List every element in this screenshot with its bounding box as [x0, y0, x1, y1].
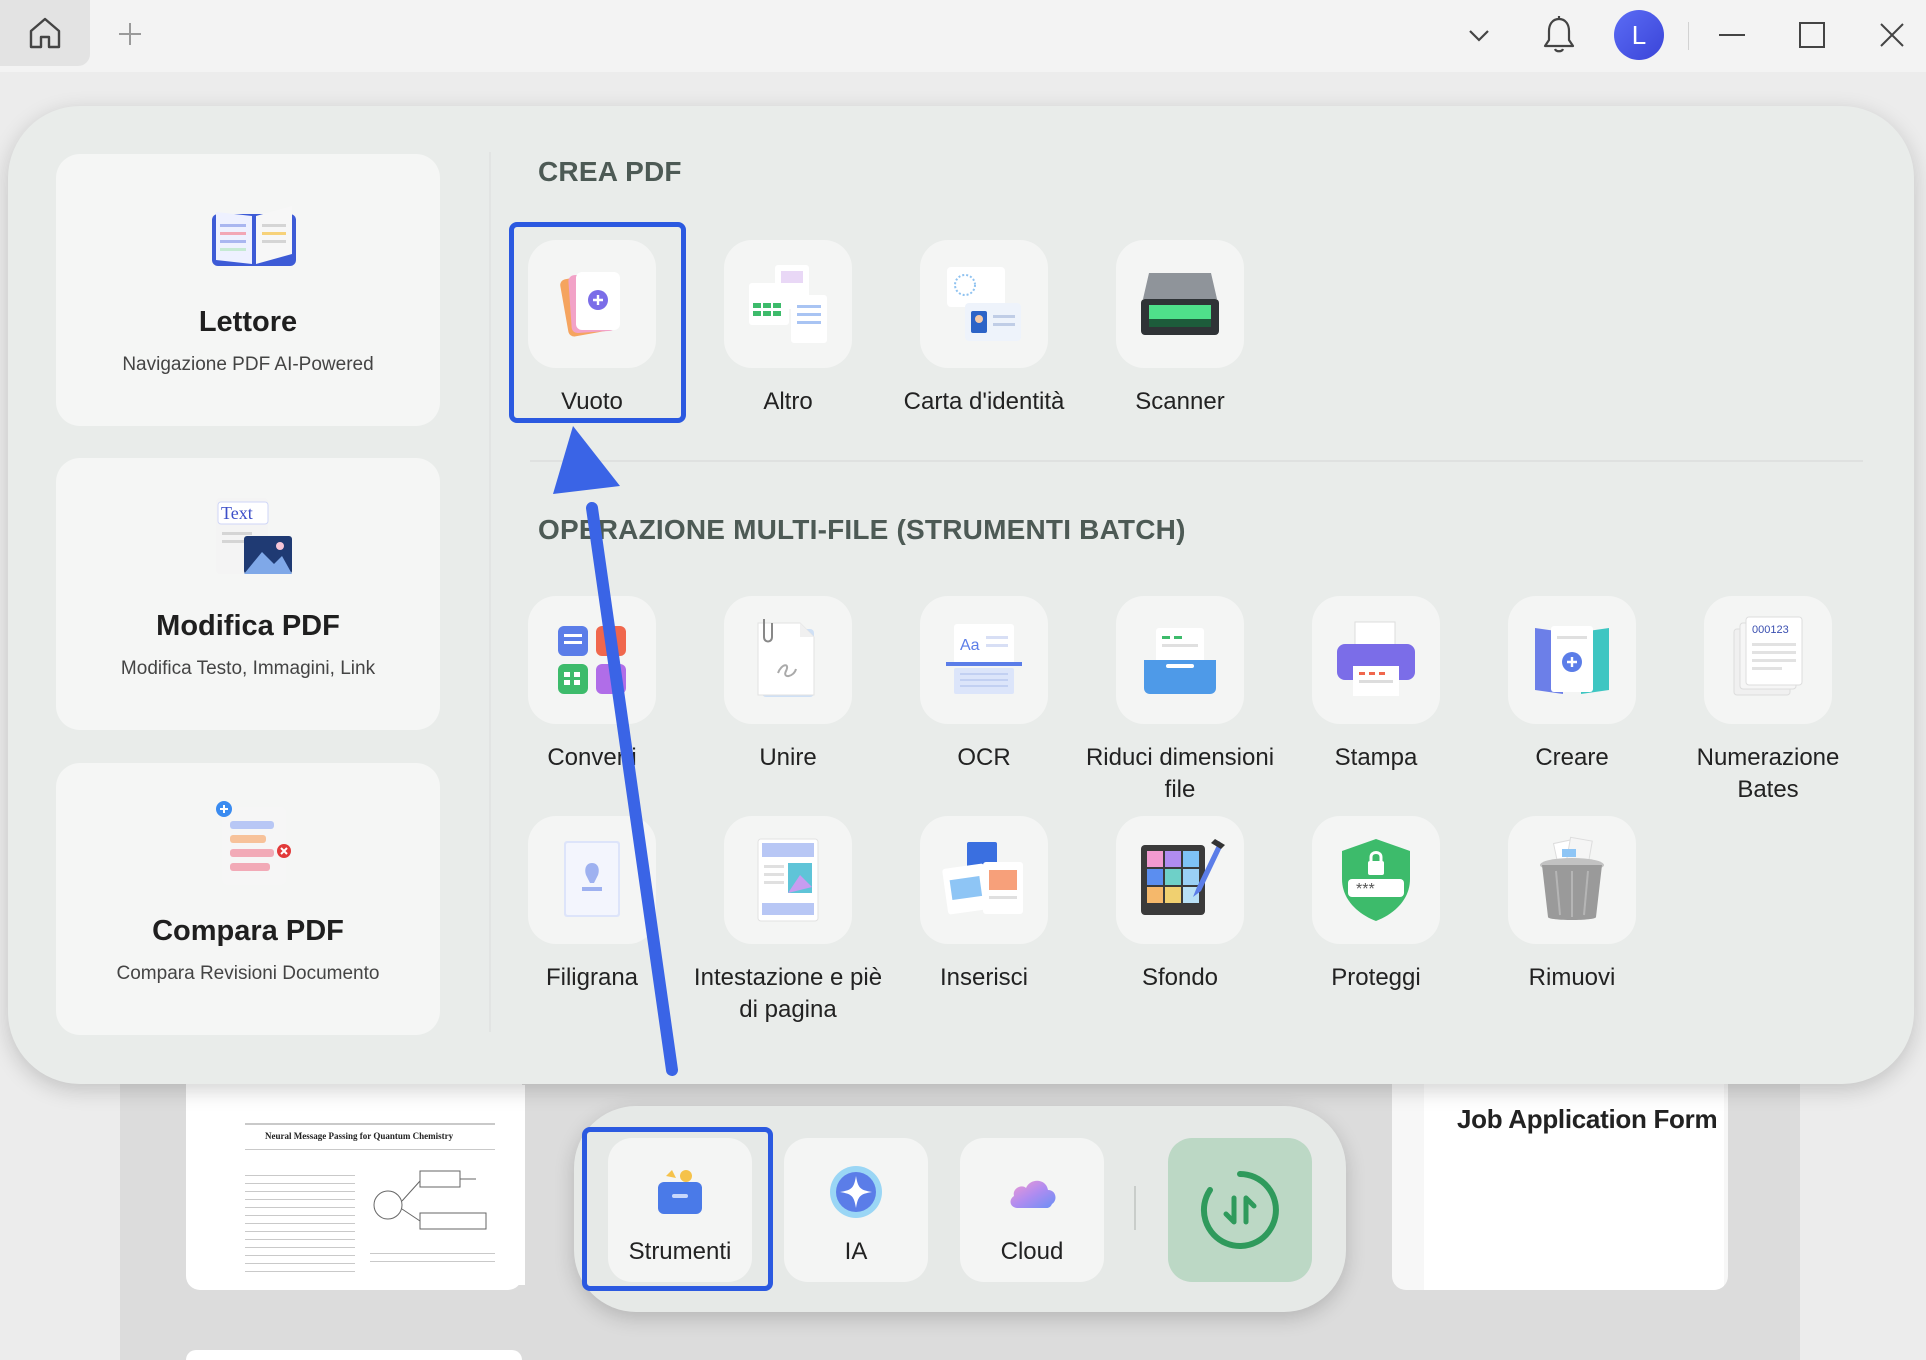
recent-file-card[interactable] [186, 1350, 522, 1360]
recent-file-card[interactable] [1392, 1060, 1728, 1290]
reader-title: Lettore [198, 306, 298, 338]
tool-label: Stampa [1334, 744, 1418, 771]
avatar[interactable]: L [1614, 10, 1664, 60]
compress-icon [1144, 628, 1216, 694]
tool-label: Sfondo [1141, 964, 1219, 991]
dock-ia-button[interactable]: IA [784, 1138, 928, 1282]
dropdown-button[interactable] [1456, 12, 1502, 58]
insert-icon [942, 842, 1023, 915]
notifications-button[interactable] [1536, 12, 1582, 58]
dock-divider [1134, 1186, 1136, 1230]
reader-card[interactable]: Lettore Navigazione PDF AI-Powered [56, 154, 440, 426]
titlebar-divider [1688, 22, 1689, 50]
tool-label: Proteggi [1331, 964, 1421, 991]
tool-label: Unire [759, 744, 817, 771]
close-icon [1880, 23, 1904, 47]
tool-label: Altro [763, 388, 813, 415]
tool-label: Scanner [1135, 388, 1225, 415]
compare-pdf-subtitle: Compara Revisioni Documento [116, 963, 380, 984]
tool-label: Numerazione Bates [1696, 744, 1840, 803]
section-divider [530, 460, 1863, 462]
tool-label: Riduci dimensioni file [1085, 744, 1275, 803]
tool-label: Inserisci [939, 964, 1029, 991]
home-tab[interactable] [0, 0, 90, 66]
tool-label: Creare [1535, 744, 1609, 771]
other-doc-icon [749, 265, 827, 343]
tool-label: Converti [547, 744, 637, 771]
edit-pdf-title: Modifica PDF [156, 610, 340, 642]
background-icon [1141, 839, 1225, 915]
id-card-icon [947, 267, 1021, 341]
panel-divider [489, 152, 491, 1032]
bell-icon [1543, 16, 1575, 53]
crea-pdf-heading: CREA PDF [538, 156, 682, 187]
form-title: Job Application Form [1457, 1104, 1718, 1134]
recent-file-thumbnail: Neural Message Passing for Quantum Chemi… [215, 1085, 525, 1285]
minimize-icon [1719, 34, 1745, 36]
tool-label: Carta d'identità [903, 388, 1065, 415]
book-icon [212, 206, 296, 266]
compare-pdf-card[interactable]: Compara PDF Compara Revisioni Documento [56, 763, 440, 1035]
scanner-icon [1141, 273, 1219, 335]
paper-figure [373, 1170, 487, 1230]
svg-text:Aa: Aa [960, 637, 980, 654]
protect-icon: *** [1342, 839, 1410, 921]
trash-icon [1540, 836, 1604, 920]
print-icon [1337, 621, 1415, 696]
paper-title: Neural Message Passing for Quantum Chemi… [265, 1131, 454, 1141]
merge-icon [757, 619, 815, 697]
edit-pdf-subtitle: Modifica Testo, Immagini, Link [120, 658, 376, 679]
batch-heading: OPERAZIONE MULTI-FILE (STRUMENTI BATCH) [538, 514, 1186, 545]
convert-icon [558, 626, 626, 694]
edit-icon-text: Text [221, 503, 253, 523]
edit-pdf-card[interactable]: Text Modifica PDF Modifica Testo, Immagi… [56, 458, 440, 730]
highlight-box [582, 1127, 773, 1291]
edit-text-icon: Text [216, 498, 292, 574]
highlight-box [509, 222, 686, 423]
minimize-button[interactable] [1709, 12, 1755, 58]
dock-sync-button[interactable] [1168, 1138, 1312, 1282]
compare-pdf-title: Compara PDF [152, 915, 344, 947]
tool-label: Rimuovi [1528, 964, 1616, 991]
protect-icon-text: *** [1356, 881, 1375, 898]
dock-cloud-button[interactable]: Cloud [960, 1138, 1104, 1282]
dock-ia-label: IA [844, 1238, 868, 1265]
tool-label: Intestazione e piè di pagina [693, 964, 883, 1023]
dock-cloud-label: Cloud [1000, 1238, 1064, 1265]
tool-label: Filigrana [545, 964, 639, 991]
cloud-icon [1010, 1180, 1056, 1208]
compare-icon [216, 801, 291, 885]
title-bar: L [0, 0, 1926, 72]
chevron-down-icon [1469, 30, 1489, 42]
home-icon [29, 17, 61, 49]
tool-label: OCR [957, 744, 1011, 771]
bates-icon-text: 000123 [1752, 624, 1789, 636]
reader-subtitle: Navigazione PDF AI-Powered [122, 354, 374, 375]
create-icon [1535, 626, 1609, 694]
ai-icon [830, 1166, 882, 1218]
close-button[interactable] [1869, 12, 1915, 58]
sync-icon [1200, 1171, 1279, 1249]
new-tab-button[interactable] [110, 14, 150, 54]
maximize-button[interactable] [1789, 12, 1835, 58]
ocr-icon: Aa [946, 624, 1022, 694]
header-footer-icon [757, 838, 819, 922]
watermark-icon [564, 841, 620, 917]
maximize-icon [1799, 22, 1825, 48]
plus-icon [119, 23, 141, 45]
bates-icon: 000123 [1733, 616, 1803, 696]
